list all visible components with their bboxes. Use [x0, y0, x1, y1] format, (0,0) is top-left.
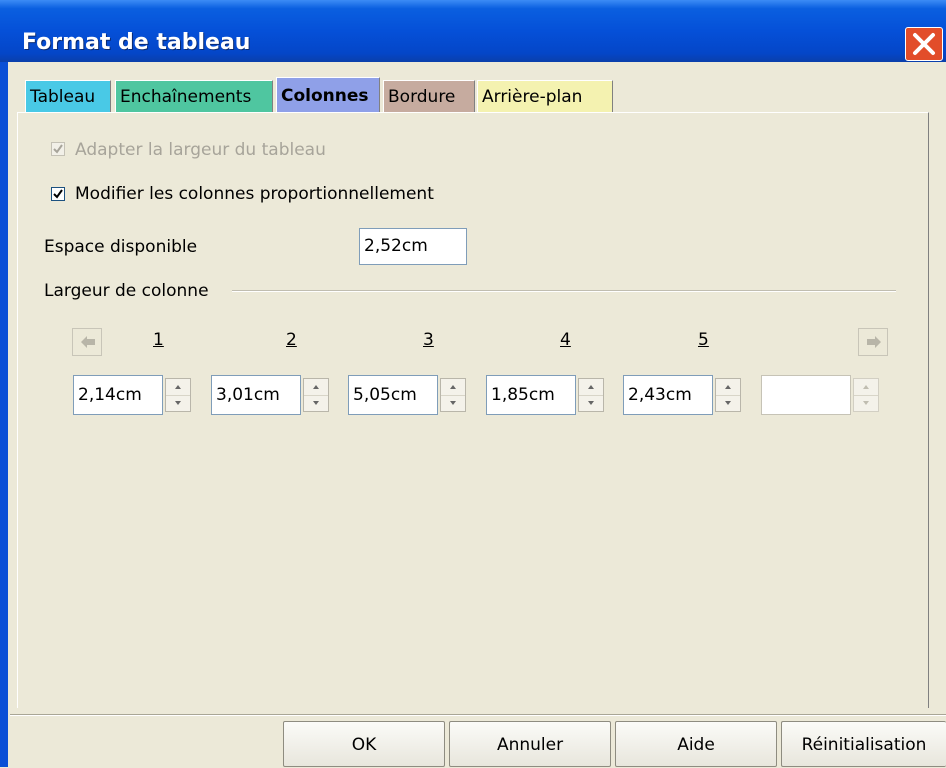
spin-down-icon	[450, 401, 456, 405]
spin-up-icon	[588, 385, 594, 389]
window-frame-left	[0, 62, 8, 767]
column-number: 4	[560, 330, 571, 350]
spin-down-icon	[725, 401, 731, 405]
spin-up-icon	[450, 385, 456, 389]
tab-tableau[interactable]: Tableau	[25, 80, 111, 113]
column-width-input[interactable]: 1,85cm	[486, 375, 576, 415]
arrow-right-icon	[867, 336, 881, 348]
tab-label: Colonnes	[281, 86, 369, 106]
spin-up-button[interactable]	[304, 379, 328, 395]
spin-down-icon	[175, 401, 181, 405]
spin-up-button[interactable]	[166, 379, 190, 395]
spin-down-icon	[313, 401, 319, 405]
tab-label: Bordure	[388, 87, 456, 107]
space-field[interactable]: 2,52cm	[359, 228, 467, 265]
check-icon	[53, 144, 63, 154]
spin-up-icon	[175, 385, 181, 389]
ok-button[interactable]: OK	[283, 721, 445, 767]
check-icon	[53, 189, 63, 199]
spin-buttons	[440, 378, 466, 412]
scroll-right-button[interactable]	[858, 328, 888, 356]
column-width-input[interactable]: 5,05cm	[348, 375, 438, 415]
column-width-group-label: Largeur de colonne	[44, 281, 209, 301]
spin-down-icon	[588, 401, 594, 405]
adapt-width-checkbox[interactable]	[51, 142, 65, 156]
close-icon	[913, 33, 935, 55]
close-button[interactable]	[905, 27, 943, 61]
window-title: Format de tableau	[22, 30, 251, 55]
tab-colonnes[interactable]: Colonnes	[276, 77, 380, 113]
spin-up-button[interactable]	[716, 379, 740, 395]
tab-label: Tableau	[30, 87, 96, 107]
spin-up-button[interactable]	[854, 379, 878, 395]
scroll-left-button[interactable]	[72, 328, 102, 356]
tab-label: Arrière-plan	[482, 87, 583, 107]
spin-down-button[interactable]	[854, 395, 878, 412]
spin-down-button[interactable]	[441, 395, 465, 412]
spin-up-icon	[725, 385, 731, 389]
spin-down-button[interactable]	[716, 395, 740, 412]
tab-arriere-plan[interactable]: Arrière-plan	[477, 80, 613, 113]
reset-button[interactable]: Réinitialisation	[781, 721, 946, 767]
spin-up-icon	[863, 385, 869, 389]
spin-buttons	[715, 378, 741, 412]
tab-bordure[interactable]: Bordure	[383, 80, 475, 113]
title-bar: Format de tableau	[0, 0, 946, 62]
column-number: 5	[698, 330, 709, 350]
column-number: 3	[423, 330, 434, 350]
column-number: 2	[286, 330, 297, 350]
modify-proportional-label: Modifier les colonnes proportionnellemen…	[75, 184, 434, 204]
spin-down-button[interactable]	[579, 395, 603, 412]
cancel-button[interactable]: Annuler	[449, 721, 611, 767]
space-label: Espace disponible	[44, 237, 198, 257]
adapt-width-label: Adapter la largeur du tableau	[75, 140, 326, 160]
arrow-left-icon	[81, 336, 95, 348]
column-width-input[interactable]: 2,14cm	[73, 375, 163, 415]
spin-buttons	[578, 378, 604, 412]
spin-buttons	[303, 378, 329, 412]
column-width-input[interactable]: 3,01cm	[211, 375, 301, 415]
spin-buttons	[165, 378, 191, 412]
help-button[interactable]: Aide	[615, 721, 777, 767]
column-number: 1	[153, 330, 164, 350]
tab-label: Enchaînements	[120, 87, 252, 107]
group-separator	[232, 290, 896, 292]
spin-buttons	[853, 378, 879, 412]
spin-up-button[interactable]	[441, 379, 465, 395]
tab-enchainements[interactable]: Enchaînements	[115, 80, 273, 113]
spin-down-button[interactable]	[304, 395, 328, 412]
bottom-separator	[10, 714, 946, 716]
spin-up-icon	[313, 385, 319, 389]
spin-down-button[interactable]	[166, 395, 190, 412]
column-width-input[interactable]	[761, 375, 851, 415]
modify-proportional-checkbox[interactable]	[51, 187, 65, 201]
column-width-input[interactable]: 2,43cm	[623, 375, 713, 415]
spin-up-button[interactable]	[579, 379, 603, 395]
spin-down-icon	[863, 401, 869, 405]
